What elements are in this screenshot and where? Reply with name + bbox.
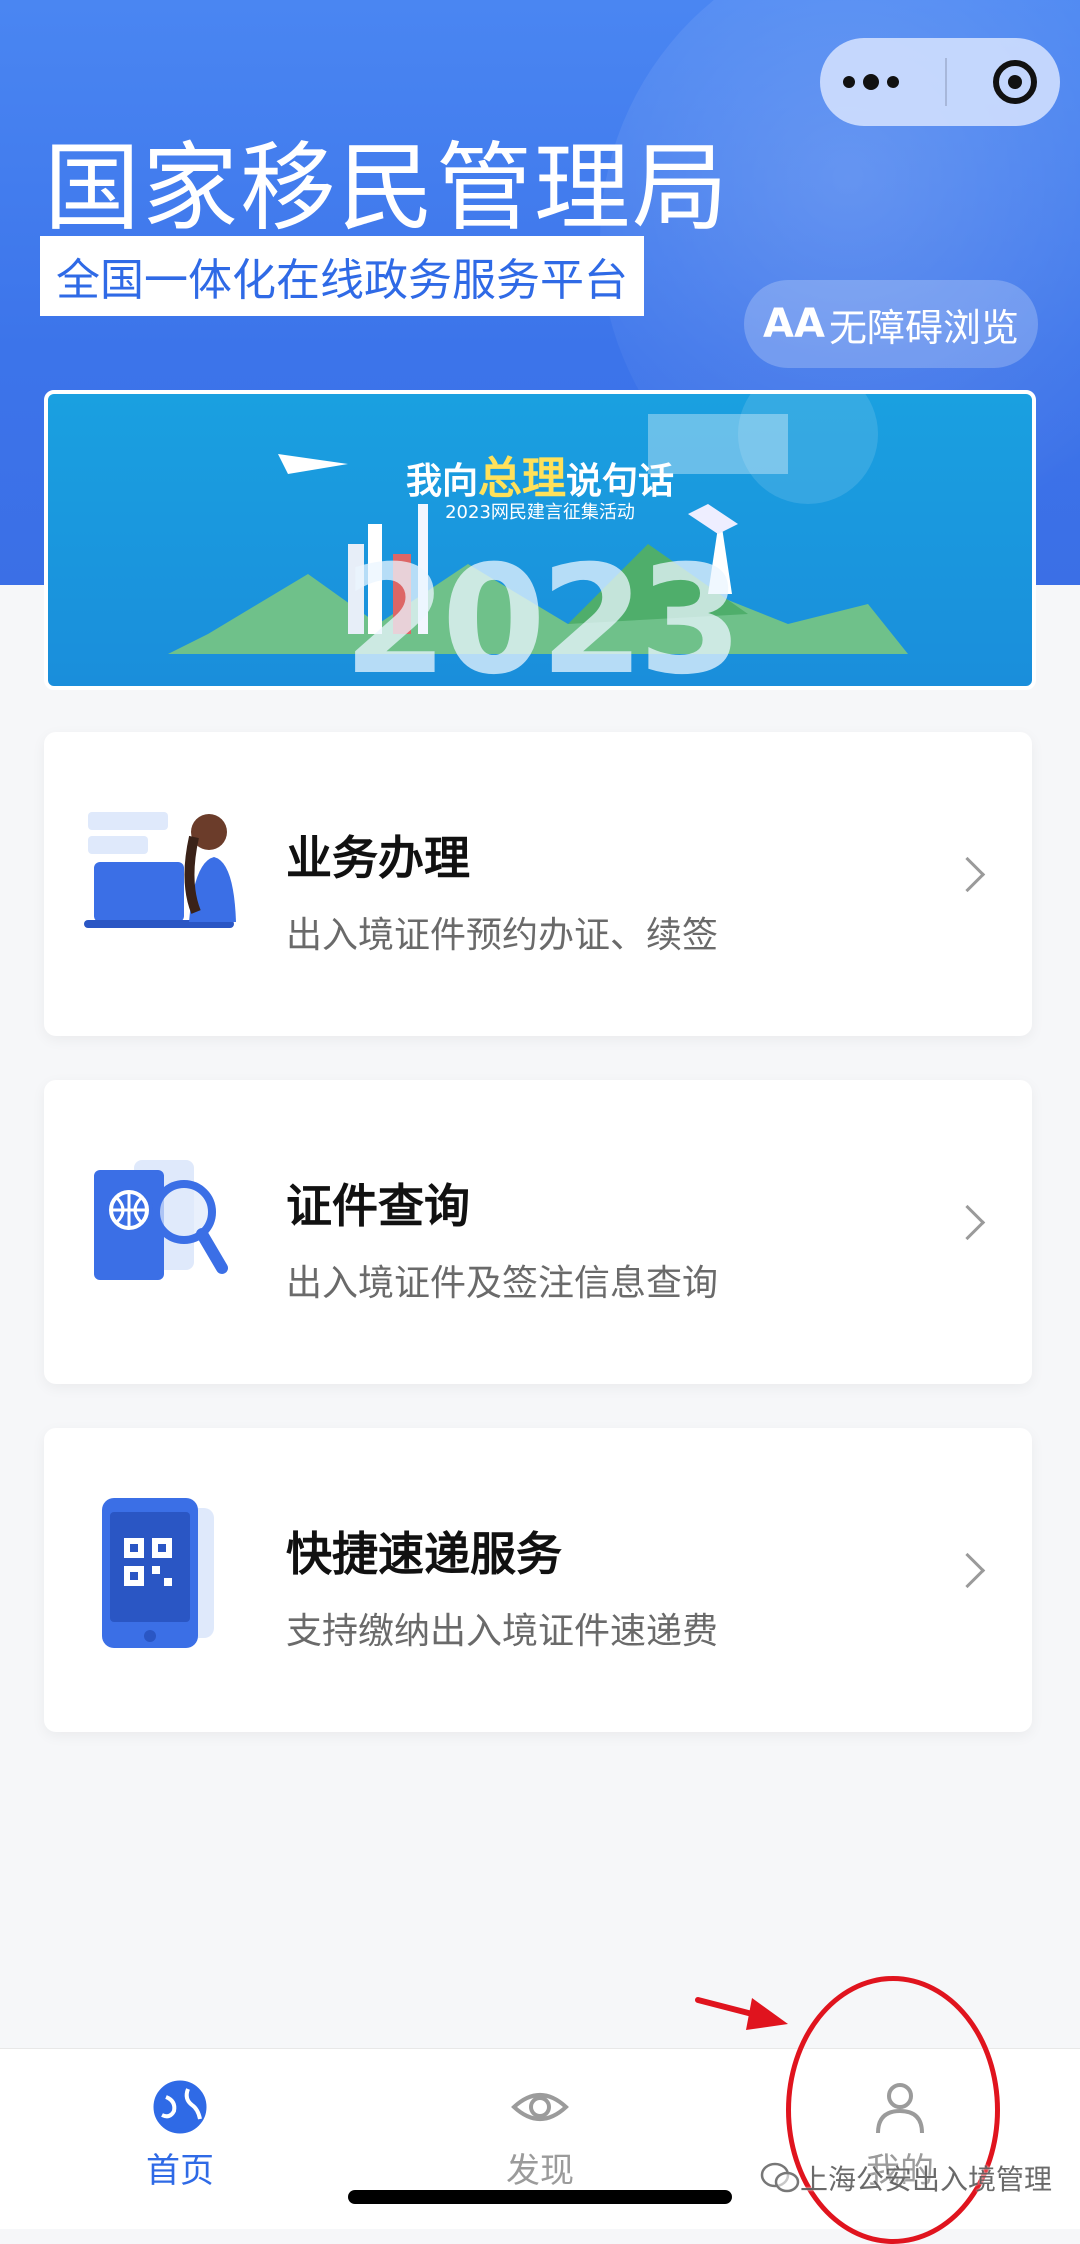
phone-qrcode-icon — [102, 1498, 214, 1648]
annotation-circle — [786, 1976, 1000, 2244]
page-title: 国家移民管理局 — [44, 132, 730, 244]
eye-icon — [511, 2093, 569, 2121]
banner-subtitle: 2023网民建言征集活动 — [445, 502, 635, 523]
card-title: 业务办理 — [286, 831, 470, 885]
card-title: 快捷速递服务 — [286, 1527, 562, 1581]
more-icon[interactable] — [843, 74, 899, 90]
service-card-query[interactable]: 证件查询 出入境证件及签注信息查询 — [44, 1080, 1032, 1384]
miniprogram-capsule[interactable] — [820, 38, 1060, 126]
tab-label: 发现 — [506, 2151, 574, 2191]
wechat-icon — [760, 2162, 800, 2193]
watermark: 上海公安出入境管理 — [760, 2158, 1052, 2198]
capsule-divider — [945, 58, 947, 106]
banner-headline-post: 说句话 — [566, 461, 675, 502]
accessibility-icon: AA — [763, 301, 825, 347]
watermark-text: 上海公安出入境管理 — [800, 2163, 1053, 2196]
home-indicator — [348, 2190, 732, 2204]
annotation-arrow-icon — [695, 1997, 788, 2030]
person-laptop-icon — [84, 812, 236, 928]
service-card-business[interactable]: 业务办理 出入境证件预约办证、续签 — [44, 732, 1032, 1036]
accessibility-label: 无障碍浏览 — [828, 305, 1019, 350]
promo-banner[interactable]: 我向总理说句话 2023网民建言征集活动 2023 — [44, 390, 1036, 690]
passport-search-icon — [94, 1160, 228, 1280]
card-description: 出入境证件预约办证、续签 — [286, 915, 719, 956]
banner-headline: 我向总理说句话 — [48, 442, 1032, 506]
close-target-icon[interactable] — [993, 60, 1037, 104]
chevron-right-icon — [949, 856, 986, 893]
tab-label: 首页 — [146, 2151, 214, 2191]
page-subtitle: 全国一体化在线政务服务平台 — [40, 236, 644, 316]
card-description: 支持缴纳出入境证件速递费 — [286, 1611, 719, 1652]
service-card-express[interactable]: 快捷速递服务 支持缴纳出入境证件速递费 — [44, 1428, 1032, 1732]
banner-headline-emphasis: 总理 — [478, 453, 566, 504]
banner-headline-pre: 我向 — [405, 461, 478, 502]
banner-year: 2023 — [343, 534, 742, 690]
card-title: 证件查询 — [286, 1179, 470, 1233]
globe-icon — [153, 2080, 207, 2134]
chevron-right-icon — [949, 1204, 986, 1241]
tab-discover[interactable]: 发现 — [440, 2079, 640, 2192]
card-description: 出入境证件及签注信息查询 — [286, 1263, 719, 1304]
chevron-right-icon — [949, 1552, 986, 1589]
accessibility-button[interactable]: AA 无障碍浏览 — [744, 280, 1038, 368]
tab-home[interactable]: 首页 — [80, 2079, 280, 2192]
